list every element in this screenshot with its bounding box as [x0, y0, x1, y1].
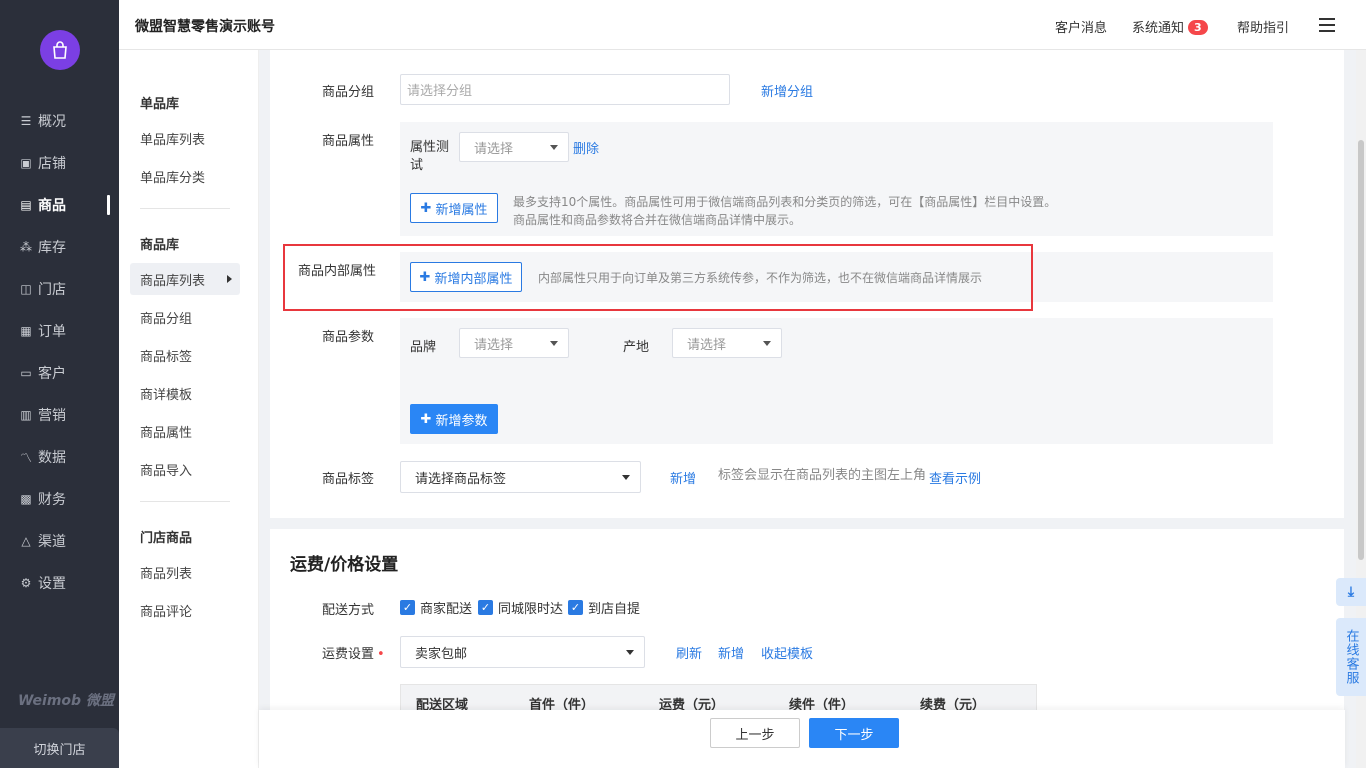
nav-item-channel[interactable]: △ 渠道	[20, 529, 115, 553]
sub-sidebar: 单品库 单品库列表 单品库分类 商品库 商品库列表 商品分组 商品标签 商详模板…	[119, 50, 259, 768]
account-title: 微盟智慧零售演示账号	[135, 19, 275, 35]
nav-item-store[interactable]: ▣ 店铺	[20, 151, 115, 175]
fee-label: 运费设置 •	[322, 647, 385, 662]
shipping-section-title: 运费/价格设置	[290, 555, 399, 575]
brand-logo: Weimob 微盟	[18, 693, 114, 709]
channel-icon: △	[21, 534, 31, 548]
collapse-template-link[interactable]: 收起模板	[761, 643, 813, 662]
nav-item-overview[interactable]: ☰ 概况	[20, 109, 115, 133]
nav-item-finance[interactable]: ▩ 财务	[20, 487, 115, 511]
attr-hint: 最多支持10个属性。商品属性可用于微信端商品列表和分类页的筛选，可在【商品属性】…	[513, 195, 1057, 227]
notice-count-badge: 3	[1188, 20, 1208, 35]
calculator-icon: ▩	[20, 492, 32, 506]
delivery-label: 配送方式	[322, 603, 375, 618]
sub-group-single: 单品库	[140, 97, 180, 112]
param-label: 商品参数	[322, 330, 375, 345]
main-nav: ☰ 概况 ▣ 店铺 ▤ 商品 ⁂ 库存 ◫ 门店 ▦ 订单 ▭ 客户 ▥ 营销 〽数据 ▩ 财务 …	[0, 0, 119, 768]
add-tag-link[interactable]: 新增	[670, 468, 696, 487]
sub-group-store-goods: 门店商品	[140, 531, 193, 546]
add-param-button[interactable]: ✚ 新增参数	[410, 404, 498, 434]
chevron-down-icon	[550, 341, 558, 346]
sub-item-single-category[interactable]: 单品库分类	[130, 160, 240, 192]
outlet-icon: ◫	[20, 282, 32, 296]
highlight-box	[283, 244, 1033, 311]
sub-item-goods-review[interactable]: 商品评论	[130, 594, 240, 626]
shop-icon: ▣	[20, 156, 32, 170]
store-logo-icon[interactable]	[40, 30, 80, 70]
tag-example-link[interactable]: 查看示例	[929, 468, 981, 487]
bar-chart-icon: ▥	[20, 408, 32, 422]
sub-group-goods: 商品库	[140, 238, 180, 253]
delivery-merchant-checkbox[interactable]: ✓ 商家配送	[400, 598, 472, 617]
origin-label: 产地	[623, 340, 650, 355]
tag-select[interactable]: 请选择商品标签	[400, 461, 641, 493]
nav-item-customers[interactable]: ▭ 客户	[20, 361, 115, 385]
check-icon: ✓	[568, 600, 583, 615]
divider	[140, 501, 230, 502]
attr-label: 商品属性	[322, 134, 375, 149]
goods-icon: ▤	[20, 198, 32, 212]
delivery-city-checkbox[interactable]: ✓ 同城限时达	[478, 598, 563, 617]
add-group-link[interactable]: 新增分组	[761, 81, 813, 100]
tag-hint: 标签会显示在商品列表的主图左上角	[718, 468, 927, 483]
top-header: 微盟智慧零售演示账号 客户消息 系统通知 3 帮助指引	[119, 0, 1366, 50]
help-guide-link[interactable]: 帮助指引	[1237, 17, 1289, 36]
chevron-down-icon	[622, 475, 630, 480]
customer-message-link[interactable]: 客户消息	[1055, 17, 1107, 36]
delivery-pickup-checkbox[interactable]: ✓ 到店自提	[568, 598, 640, 617]
nav-item-goods[interactable]: ▤ 商品	[20, 193, 115, 217]
next-step-button[interactable]: 下一步	[809, 718, 899, 748]
scrollbar-thumb[interactable]	[1358, 140, 1364, 560]
sub-item-single-list[interactable]: 单品库列表	[130, 122, 240, 154]
group-select-input[interactable]: 请选择分组	[400, 74, 730, 105]
vip-card-icon: ▭	[20, 366, 32, 380]
nav-item-marketing[interactable]: ▥ 营销	[20, 403, 115, 427]
footer-bar: 上一步 下一步	[259, 710, 1345, 768]
list-icon: ☰	[20, 114, 32, 128]
add-attr-button[interactable]: ✚ 新增属性	[410, 193, 498, 223]
switch-store-button[interactable]: 切换门店	[0, 728, 119, 768]
brand-select[interactable]: 请选择	[459, 328, 569, 358]
required-mark: •	[377, 647, 385, 662]
refresh-link[interactable]: 刷新	[676, 643, 702, 662]
attr-name: 属性测试	[410, 140, 450, 173]
nav-item-data[interactable]: 〽数据	[20, 445, 115, 469]
chevron-down-icon	[626, 650, 634, 655]
nav-item-outlet[interactable]: ◫ 门店	[20, 277, 115, 301]
nav-item-inventory[interactable]: ⁂ 库存	[20, 235, 115, 259]
plus-icon: ✚	[420, 200, 432, 216]
sub-item-goods-list[interactable]: 商品库列表	[130, 263, 240, 295]
order-icon: ▦	[20, 324, 32, 338]
prev-step-button[interactable]: 上一步	[710, 718, 800, 748]
nav-item-orders[interactable]: ▦ 订单	[20, 319, 115, 343]
attr-delete-link[interactable]: 删除	[573, 138, 599, 157]
origin-select[interactable]: 请选择	[672, 328, 782, 358]
brand-label: 品牌	[410, 340, 437, 355]
divider	[140, 208, 230, 209]
attr-value-select[interactable]: 请选择	[459, 132, 569, 162]
sub-item-goods-group[interactable]: 商品分组	[130, 301, 240, 333]
fee-template-select[interactable]: 卖家包邮	[400, 636, 645, 668]
tag-label: 商品标签	[322, 472, 375, 487]
check-icon: ✓	[478, 600, 493, 615]
gear-icon: ⚙	[20, 576, 32, 590]
sub-item-goods-tag[interactable]: 商品标签	[130, 339, 240, 371]
trend-icon: 〽	[20, 450, 33, 465]
sub-item-goods-attr[interactable]: 商品属性	[130, 415, 240, 447]
sub-item-goods-import[interactable]: 商品导入	[130, 453, 240, 485]
sub-item-detail-template[interactable]: 商详模板	[130, 377, 240, 409]
add-template-link[interactable]: 新增	[718, 643, 744, 662]
plus-icon: ✚	[420, 411, 432, 427]
system-notice-link[interactable]: 系统通知 3	[1132, 17, 1208, 36]
online-service-button[interactable]: 在线客服	[1336, 618, 1366, 696]
hamburger-menu-icon[interactable]	[1319, 18, 1335, 32]
group-label: 商品分组	[322, 85, 375, 100]
check-icon: ✓	[400, 600, 415, 615]
download-icon[interactable]: ⤓	[1336, 578, 1366, 606]
chevron-down-icon	[763, 341, 771, 346]
chevron-down-icon	[550, 145, 558, 150]
nav-item-settings[interactable]: ⚙ 设置	[20, 571, 115, 595]
inventory-icon: ⁂	[20, 240, 32, 254]
sub-item-store-goods-list[interactable]: 商品列表	[130, 556, 240, 588]
